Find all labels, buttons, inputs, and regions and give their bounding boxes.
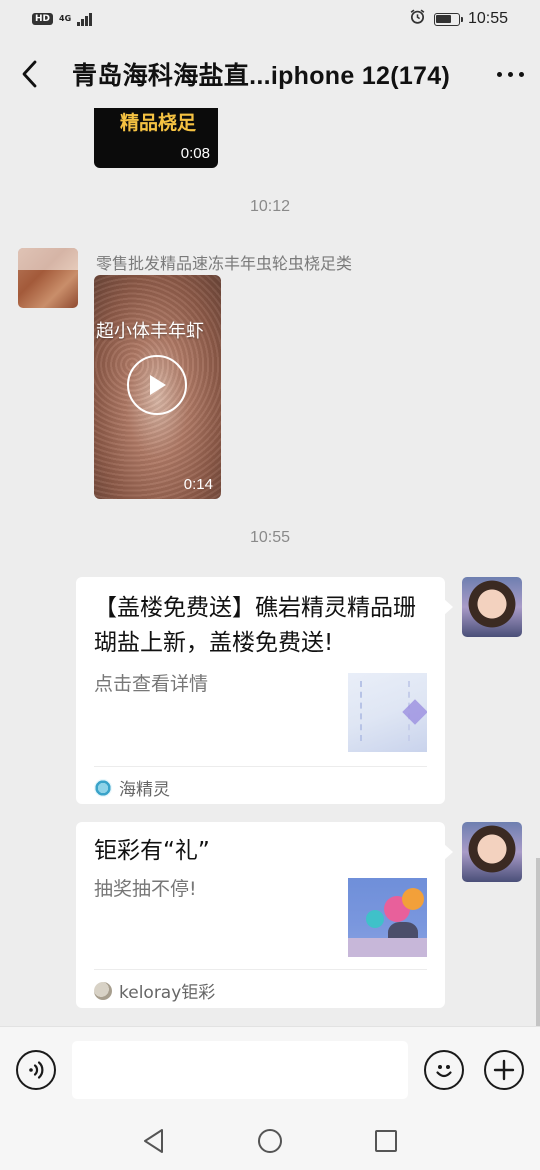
message-input[interactable] <box>72 1041 408 1099</box>
emoji-button[interactable] <box>424 1050 464 1090</box>
timestamp: 10:55 <box>249 529 291 546</box>
timestamp: 10:12 <box>249 198 291 215</box>
chat-title: 青岛海科海盐直...iphone 12(174) <box>72 62 451 90</box>
nav-recents-button[interactable] <box>372 1127 400 1155</box>
alarm-icon <box>409 8 426 30</box>
hd-icon: HD <box>32 13 54 25</box>
avatar[interactable] <box>462 822 522 882</box>
card-title: 钜彩有“礼” <box>94 838 210 864</box>
back-button[interactable] <box>0 40 60 108</box>
voice-icon <box>29 1061 44 1079</box>
avatar[interactable] <box>462 577 522 637</box>
more-dots-icon <box>496 71 502 77</box>
battery-icon <box>433 12 463 26</box>
video-message[interactable]: 精品桡足 0:08 <box>94 108 218 168</box>
video-message[interactable]: 超小体丰年虾 0:14 <box>94 275 221 499</box>
video-caption: 超小体丰年虾 <box>96 321 204 342</box>
more-button[interactable] <box>480 40 540 108</box>
back-arrow-icon <box>22 60 37 88</box>
plus-icon <box>493 1059 515 1081</box>
card-title: 【盖楼免费送】礁岩精灵精品珊瑚盐上新，盖楼免费送! <box>94 595 416 656</box>
chat-header: 青岛海科海盐直...iphone 12(174) <box>0 40 540 108</box>
card-description: 抽奖抽不停! <box>94 878 197 900</box>
system-nav-bar <box>0 1111 540 1170</box>
card-thumbnail <box>348 878 427 957</box>
app-logo-icon <box>94 981 112 1000</box>
status-bar: HD 4G 10:55 <box>0 0 540 38</box>
app-logo-icon <box>94 778 112 797</box>
chat-area[interactable]: 精品桡足 0:08 10:12 零售批发精品速冻丰年虫轮虫桡足类 超小体丰年虾 … <box>0 108 540 1026</box>
video-duration: 0:14 <box>183 476 213 493</box>
card-thumbnail <box>348 673 427 752</box>
video-duration: 0:08 <box>180 145 210 162</box>
voice-button[interactable] <box>16 1050 56 1090</box>
add-button[interactable] <box>484 1050 524 1090</box>
nav-home-icon <box>258 1129 282 1153</box>
play-icon[interactable] <box>127 355 187 415</box>
emoji-icon <box>436 1065 452 1078</box>
link-card[interactable]: 【盖楼免费送】礁岩精灵精品珊瑚盐上新，盖楼免费送! 点击查看详情 海精灵 <box>76 577 453 804</box>
sender-name: 零售批发精品速冻丰年虫轮虫桡足类 <box>96 254 353 273</box>
status-time: 10:55 <box>467 10 508 27</box>
card-source-label: keloray钜彩 <box>119 983 216 1003</box>
signal-icon <box>77 12 92 26</box>
nav-back-icon <box>144 1129 163 1153</box>
network-type-label: 4G <box>59 14 72 23</box>
input-bar <box>0 1026 540 1111</box>
nav-recents-icon <box>375 1130 397 1152</box>
nav-home-button[interactable] <box>256 1127 284 1155</box>
video-caption: 精品桡足 <box>120 112 197 134</box>
nav-back-button[interactable] <box>140 1127 168 1155</box>
card-source: keloray钜彩 <box>94 978 215 1003</box>
link-card[interactable]: 钜彩有“礼” 抽奖抽不停! keloray钜彩 <box>76 822 453 1008</box>
card-source-label: 海精灵 <box>119 780 170 800</box>
card-description: 点击查看详情 <box>94 673 209 695</box>
scrollbar[interactable] <box>536 858 540 1026</box>
avatar[interactable] <box>18 248 78 308</box>
card-source: 海精灵 <box>94 775 170 800</box>
